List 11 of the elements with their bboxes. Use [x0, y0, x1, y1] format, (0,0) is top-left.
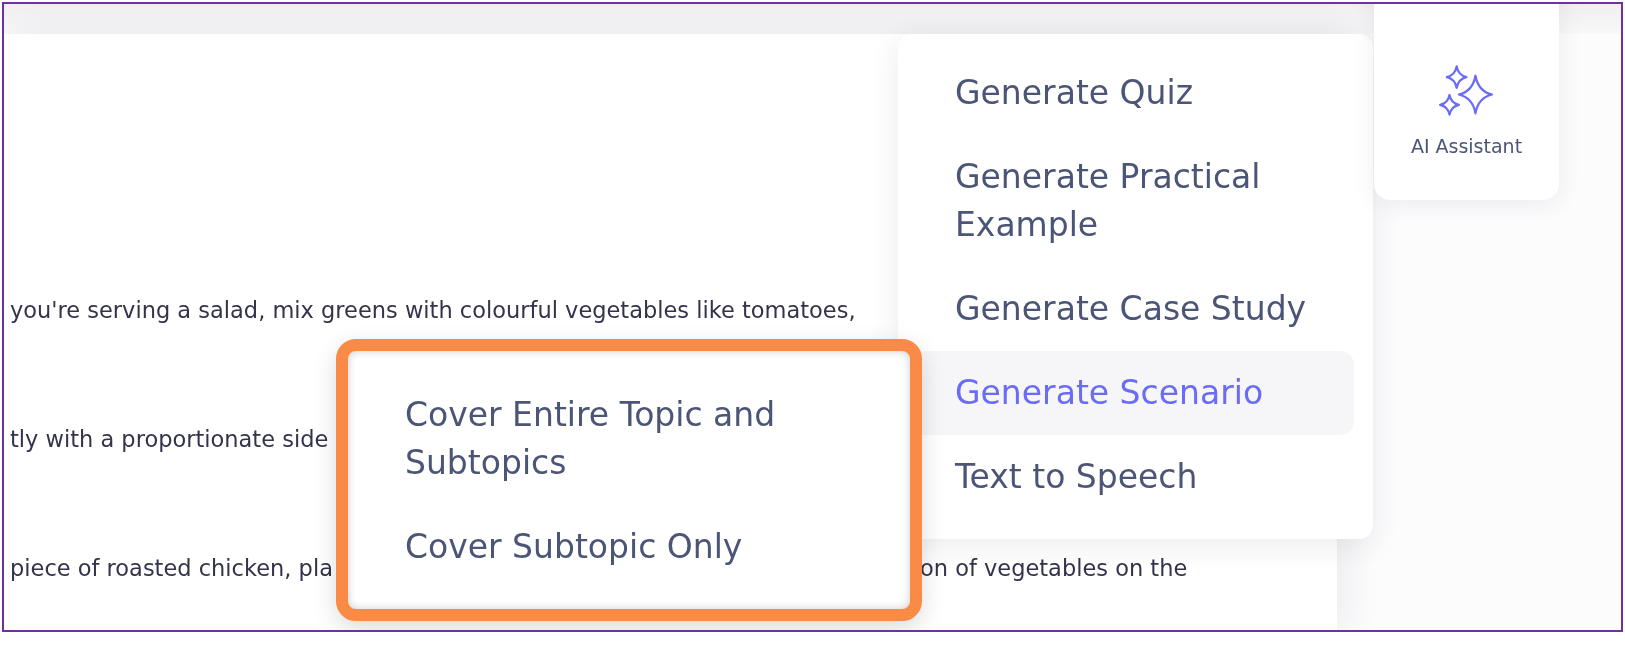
paragraph-text: you're serving a salad, mix greens with colourful vegetables like tomatoes,	[10, 296, 856, 325]
sparkles-icon	[1438, 65, 1495, 116]
menu-item[interactable]: Generate Practical Example	[913, 135, 1354, 267]
submenu-item[interactable]: Cover Entire Topic and Subtopics	[348, 373, 910, 505]
paragraph-text: on of vegetables on the	[920, 554, 1188, 583]
paragraph-text: tly with a proportionate side	[10, 425, 329, 454]
menu-item[interactable]: Generate Case Study	[913, 267, 1354, 351]
paragraph-text: piece of roasted chicken, pla	[10, 554, 333, 583]
submenu-item[interactable]: Cover Subtopic Only	[348, 505, 910, 589]
ai-assistant-button[interactable]: AI Assistant	[1374, 4, 1559, 200]
menu-item[interactable]: Generate Quiz	[913, 51, 1354, 135]
